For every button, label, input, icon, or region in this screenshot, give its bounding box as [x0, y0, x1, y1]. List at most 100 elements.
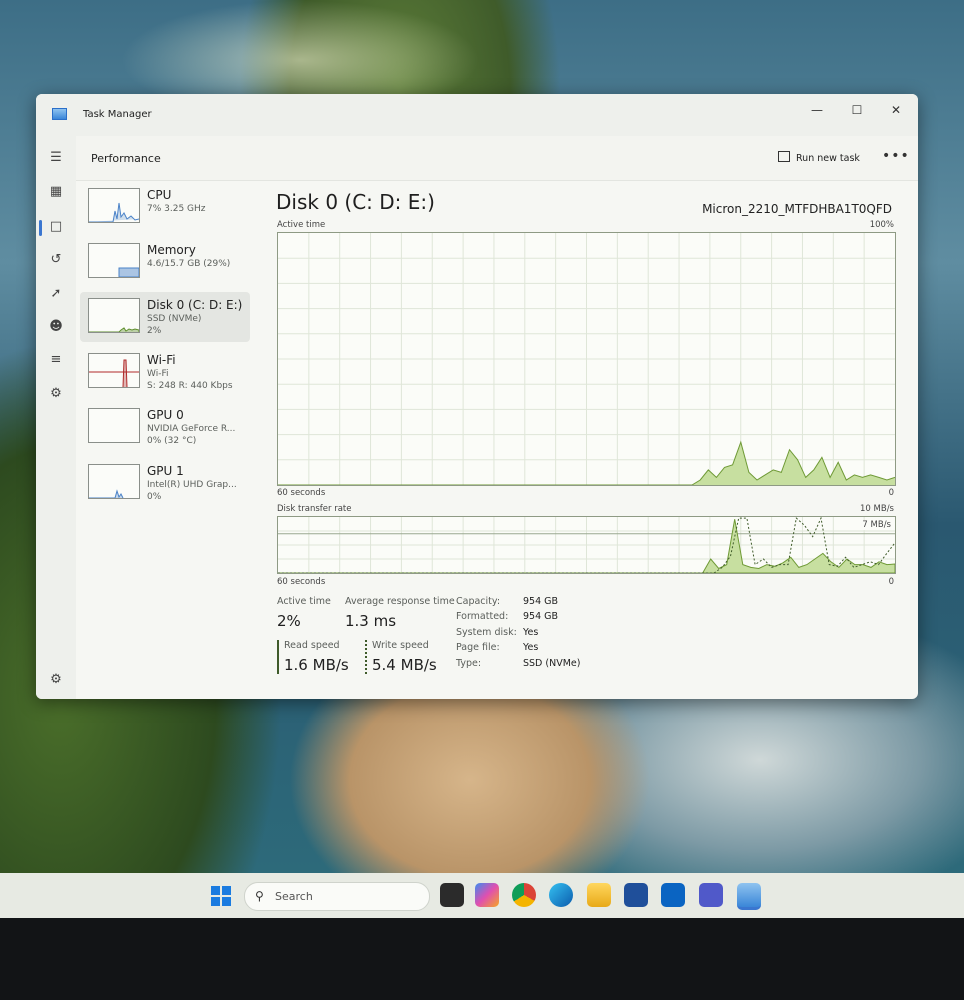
transfer-rate-ref-label: 7 MB/s — [862, 520, 891, 530]
device-name: GPU 1 — [147, 464, 184, 478]
processes-icon[interactable]: ▦ — [48, 184, 64, 200]
device-detail: 7% 3.25 GHz — [147, 204, 206, 214]
task-manager-icon[interactable] — [737, 883, 761, 910]
active-time-chart-max: 100% — [869, 220, 894, 230]
system-disk-value: Yes — [523, 627, 539, 638]
device-detail: Intel(R) UHD Grap... — [147, 480, 237, 490]
disk-title: Disk 0 (C: D: E:) — [276, 190, 435, 214]
avg-response-value: 1.3 ms — [345, 612, 397, 630]
device-item-gpu0[interactable]: GPU 0 NVIDIA GeForce R... 0% (32 °C) — [80, 402, 250, 452]
search-icon: ⚲ — [255, 889, 264, 903]
store-icon[interactable] — [624, 883, 648, 907]
wifi-thumbnail-graph — [88, 353, 140, 388]
copilot-icon[interactable] — [475, 883, 499, 907]
type-value: SSD (NVMe) — [523, 658, 581, 669]
transfer-rate-chart-label: Disk transfer rate — [277, 504, 352, 514]
read-speed-value: 1.6 MB/s — [284, 656, 349, 674]
task-view-icon[interactable] — [440, 883, 464, 907]
active-time-label: Active time — [277, 596, 331, 607]
memory-thumbnail-graph — [88, 243, 140, 278]
monitor-bezel — [0, 918, 964, 1000]
search-placeholder: Search — [275, 890, 313, 903]
navigation-rail: ☰ ▦ □ ↺ ➚ ☻ ≡ ⚙ ⚙ — [36, 136, 76, 699]
device-list: CPU 7% 3.25 GHz Memory 4.6/15.7 GB (29%)… — [76, 182, 256, 699]
transfer-rate-x-right: 0 — [888, 577, 894, 587]
taskbar-search-box[interactable]: ⚲ Search — [244, 882, 430, 911]
device-name: Wi-Fi — [147, 353, 176, 367]
run-task-icon — [778, 151, 790, 162]
page-file-label: Page file: — [456, 642, 500, 653]
transfer-rate-chart-svg — [278, 516, 896, 574]
file-explorer-icon[interactable] — [587, 883, 611, 907]
window-title: Task Manager — [83, 109, 152, 120]
performance-icon[interactable]: □ — [48, 219, 64, 235]
device-name: Memory — [147, 243, 196, 257]
type-label: Type: — [456, 658, 482, 669]
device-usage: 0% — [147, 492, 162, 502]
device-name: Disk 0 (C: D: E:) — [147, 298, 243, 312]
device-name: CPU — [147, 188, 172, 202]
menu-icon[interactable]: ☰ — [48, 150, 64, 166]
users-icon[interactable]: ☻ — [48, 319, 64, 335]
details-icon[interactable]: ≡ — [48, 352, 64, 368]
active-time-value: 2% — [277, 612, 301, 630]
device-usage: 0% (32 °C) — [147, 436, 197, 446]
maximize-button[interactable]: ☐ — [840, 98, 874, 122]
disk-model: Micron_2210_MTFDHBA1T0QFD — [702, 202, 892, 216]
device-item-cpu[interactable]: CPU 7% 3.25 GHz — [80, 182, 250, 232]
active-time-chart — [277, 232, 896, 486]
disk-thumbnail-graph — [88, 298, 140, 333]
edge-icon[interactable] — [549, 883, 573, 907]
active-time-x-left: 60 seconds — [277, 488, 326, 498]
capacity-value: 954 GB — [523, 596, 559, 607]
teams-icon[interactable] — [699, 883, 723, 907]
device-usage: S: 248 R: 440 Kbps — [147, 381, 233, 391]
device-detail: 4.6/15.7 GB (29%) — [147, 259, 231, 269]
task-manager-app-icon — [52, 108, 67, 120]
device-usage: 2% — [147, 326, 162, 336]
minimize-button[interactable]: — — [800, 98, 834, 122]
device-item-wifi[interactable]: Wi-Fi Wi-Fi S: 248 R: 440 Kbps — [80, 347, 250, 397]
task-manager-window: Task Manager — ☐ ✕ ☰ ▦ □ ↺ ➚ ☻ ≡ ⚙ ⚙ Per… — [36, 94, 918, 699]
run-new-task-button[interactable]: Run new task — [778, 149, 860, 169]
device-item-disk0[interactable]: Disk 0 (C: D: E:) SSD (NVMe) 2% — [80, 292, 250, 342]
write-speed-indicator — [365, 640, 367, 674]
chrome-icon[interactable] — [512, 883, 536, 907]
transfer-rate-chart: 7 MB/s — [277, 516, 896, 574]
cpu-thumbnail-graph — [88, 188, 140, 223]
app-history-icon[interactable]: ↺ — [48, 252, 64, 268]
read-speed-label: Read speed — [284, 640, 340, 651]
outlook-icon[interactable] — [661, 883, 685, 907]
device-detail: SSD (NVMe) — [147, 314, 202, 324]
capacity-label: Capacity: — [456, 596, 501, 607]
write-speed-label: Write speed — [372, 640, 429, 651]
active-time-chart-label: Active time — [277, 220, 326, 230]
nav-active-indicator — [39, 220, 42, 236]
device-item-memory[interactable]: Memory 4.6/15.7 GB (29%) — [80, 237, 250, 287]
device-item-gpu1[interactable]: GPU 1 Intel(R) UHD Grap... 0% — [80, 458, 250, 508]
close-button[interactable]: ✕ — [879, 98, 913, 122]
formatted-value: 954 GB — [523, 611, 559, 622]
more-options-button[interactable]: ••• — [882, 148, 910, 164]
device-detail: NVIDIA GeForce R... — [147, 424, 236, 434]
page-header: Performance Run new task ••• — [76, 136, 918, 181]
services-icon[interactable]: ⚙ — [48, 386, 64, 402]
page-title: Performance — [91, 152, 161, 165]
page-file-value: Yes — [523, 642, 539, 653]
gpu1-thumbnail-graph — [88, 464, 140, 499]
title-bar[interactable]: Task Manager — ☐ ✕ — [36, 94, 918, 136]
read-speed-indicator — [277, 640, 279, 674]
transfer-rate-chart-max: 10 MB/s — [860, 504, 894, 514]
active-time-x-right: 0 — [888, 488, 894, 498]
settings-icon[interactable]: ⚙ — [48, 672, 64, 688]
system-disk-label: System disk: — [456, 627, 517, 638]
formatted-label: Formatted: — [456, 611, 509, 622]
device-detail: Wi-Fi — [147, 369, 169, 379]
start-button-icon[interactable] — [211, 886, 231, 906]
transfer-rate-x-left: 60 seconds — [277, 577, 326, 587]
active-time-chart-svg — [278, 233, 896, 486]
gpu0-thumbnail-graph — [88, 408, 140, 443]
write-speed-value: 5.4 MB/s — [372, 656, 437, 674]
startup-apps-icon[interactable]: ➚ — [48, 286, 64, 302]
avg-response-label: Average response time — [345, 596, 455, 607]
